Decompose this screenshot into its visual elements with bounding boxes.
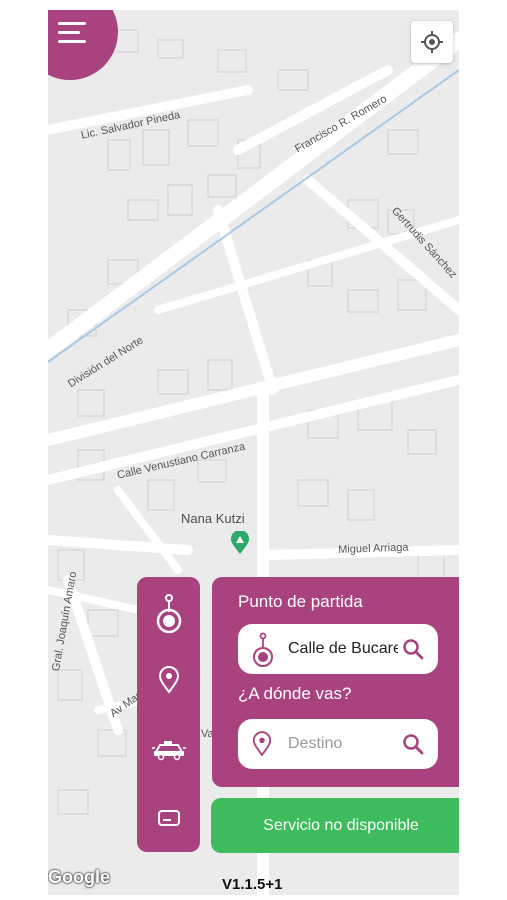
origin-field[interactable]: Calle de Bucareli xyxy=(238,624,438,674)
origin-label: Punto de partida xyxy=(238,592,363,611)
version-label: V1.1.5+1 xyxy=(222,876,283,893)
search-icon[interactable] xyxy=(402,638,424,660)
park-marker-icon[interactable] xyxy=(230,530,250,560)
payment-button[interactable] xyxy=(145,795,192,841)
google-logo: Google xyxy=(48,867,110,887)
service-unavailable-button[interactable]: Servicio no disponible xyxy=(211,798,459,853)
street-label: Miguel Arriaga xyxy=(338,541,409,556)
origin-button[interactable] xyxy=(145,591,192,637)
locate-button[interactable] xyxy=(411,21,453,63)
place-label: Nana Kutzi xyxy=(181,511,245,526)
crosshair-locate-icon xyxy=(421,31,443,53)
origin-pin-icon xyxy=(156,594,181,634)
vehicle-button[interactable] xyxy=(145,727,192,773)
app-screen: Lic. Salvador Pineda Francisco R. Romero… xyxy=(48,10,459,895)
search-icon[interactable] xyxy=(402,733,424,755)
destination-label: ¿A dónde vas? xyxy=(238,684,352,703)
trip-panel: Punto de partida Calle de Bucareli ¿A dó… xyxy=(212,577,459,787)
credit-card-icon xyxy=(157,810,180,826)
location-pin-icon xyxy=(252,731,272,757)
destination-input[interactable]: Destino xyxy=(288,735,398,753)
location-pin-icon xyxy=(158,666,179,694)
origin-pin-icon xyxy=(253,632,273,667)
destination-field[interactable]: Destino xyxy=(238,719,438,769)
origin-input[interactable]: Calle de Bucareli xyxy=(288,640,398,658)
taxi-car-icon xyxy=(151,741,186,761)
hamburger-menu-icon xyxy=(58,22,88,49)
destination-button[interactable] xyxy=(145,657,192,703)
side-toolbar xyxy=(137,577,200,852)
